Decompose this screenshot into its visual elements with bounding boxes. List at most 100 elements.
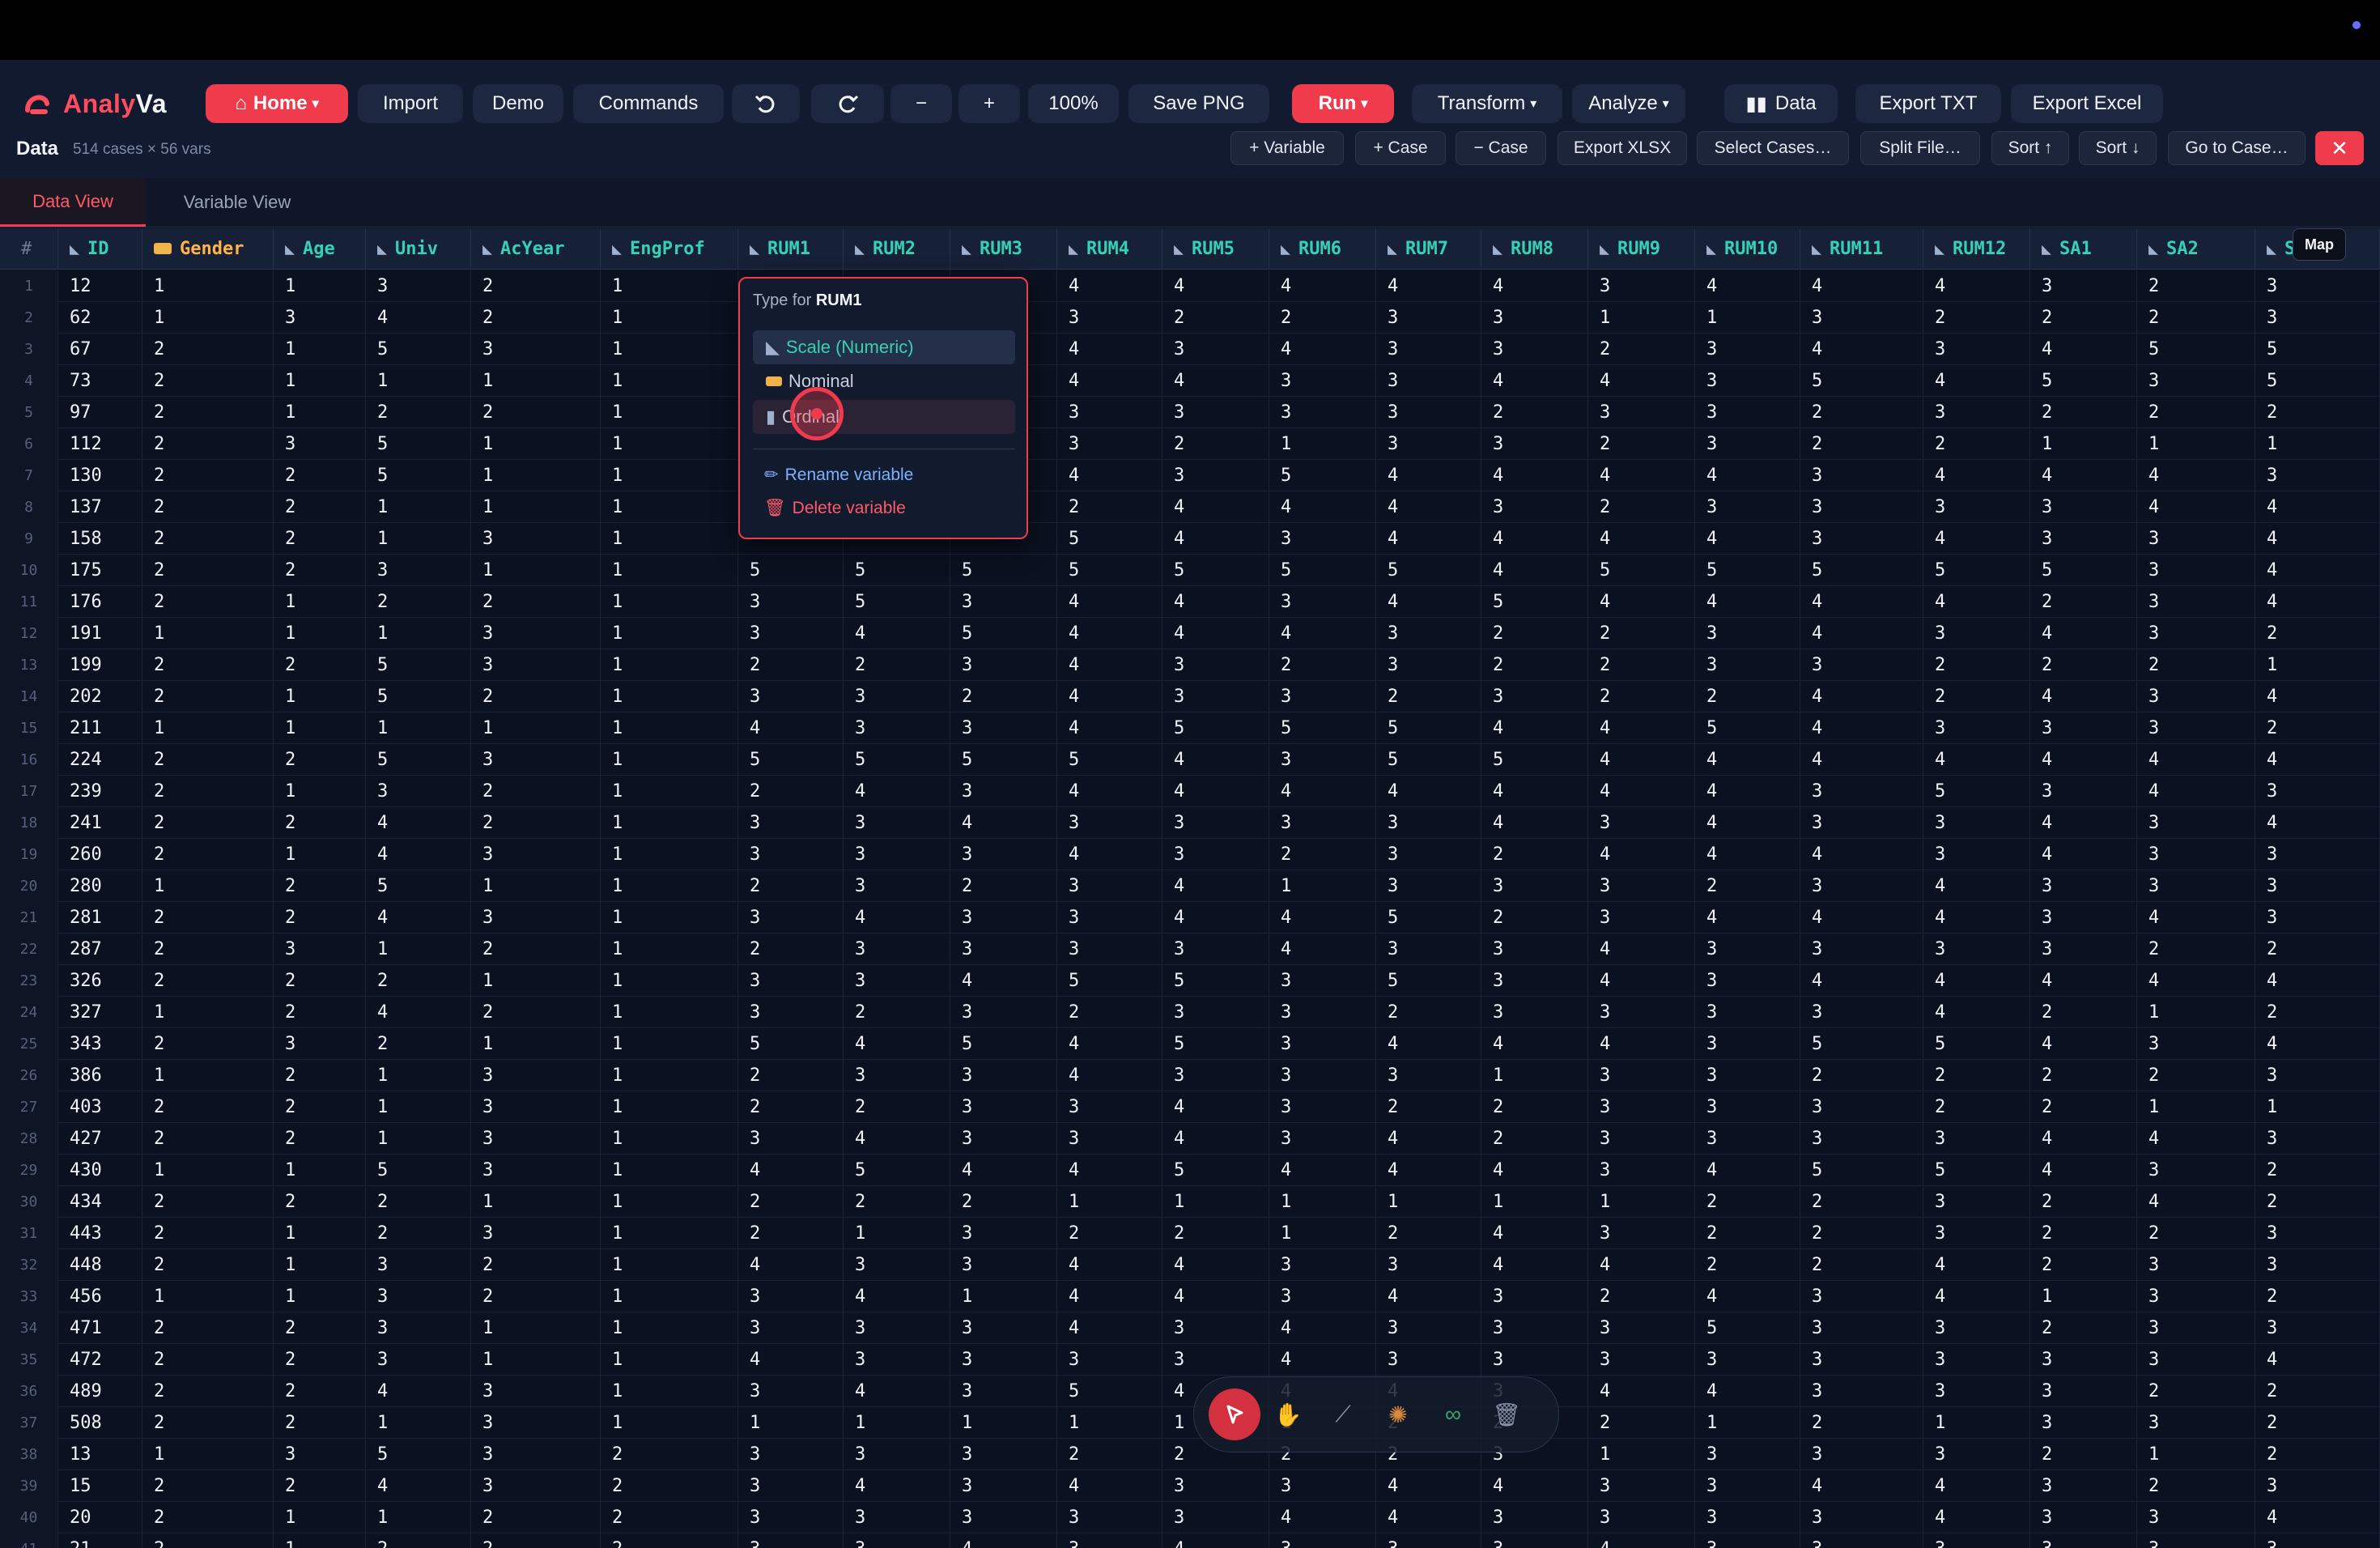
data-cell[interactable]: 3 bbox=[1923, 1533, 2030, 1548]
data-cell[interactable]: 3 bbox=[1269, 744, 1376, 776]
data-cell[interactable]: 3 bbox=[1800, 776, 1923, 807]
data-cell[interactable]: 3 bbox=[2137, 870, 2255, 902]
add-case-button[interactable]: + Case bbox=[1355, 131, 1446, 165]
data-cell[interactable]: 4 bbox=[1923, 1470, 2030, 1502]
data-cell[interactable]: 4 bbox=[1923, 523, 2030, 555]
data-cell[interactable]: 2 bbox=[274, 807, 366, 839]
data-cell[interactable]: 4 bbox=[1162, 1091, 1269, 1123]
data-cell[interactable]: 3 bbox=[471, 902, 601, 933]
data-cell[interactable]: 3 bbox=[2030, 491, 2137, 523]
data-cell[interactable]: 4 bbox=[2137, 965, 2255, 997]
data-cell[interactable]: 2 bbox=[2030, 302, 2137, 334]
data-cell[interactable]: 4 bbox=[2255, 491, 2380, 523]
import-button[interactable]: Import bbox=[358, 84, 463, 123]
data-cell[interactable]: 427 bbox=[58, 1123, 142, 1155]
data-cell[interactable]: 4 bbox=[1376, 1123, 1481, 1155]
hand-tool-button[interactable]: ✋ bbox=[1269, 1395, 1307, 1434]
data-cell[interactable]: 2 bbox=[2255, 1186, 2380, 1218]
data-button[interactable]: ▮▮ Data bbox=[1724, 84, 1838, 123]
data-cell[interactable]: 2 bbox=[1588, 334, 1695, 365]
data-cell[interactable]: 3 bbox=[950, 997, 1057, 1028]
data-cell[interactable]: 1 bbox=[366, 933, 471, 965]
data-cell[interactable]: 1 bbox=[366, 1060, 471, 1091]
export-xlsx-button[interactable]: Export XLSX bbox=[1558, 131, 1687, 165]
data-cell[interactable]: 3 bbox=[1800, 1123, 1923, 1155]
data-cell[interactable]: 3 bbox=[844, 807, 950, 839]
data-cell[interactable]: 2 bbox=[471, 997, 601, 1028]
data-cell[interactable]: 1 bbox=[471, 1344, 601, 1376]
data-cell[interactable]: 2 bbox=[1695, 1218, 1800, 1249]
data-cell[interactable]: 2 bbox=[2255, 1281, 2380, 1312]
data-cell[interactable]: 2 bbox=[2030, 586, 2137, 618]
data-cell[interactable]: 3 bbox=[844, 1249, 950, 1281]
data-cell[interactable]: 4 bbox=[1057, 586, 1162, 618]
data-cell[interactable]: 3 bbox=[738, 807, 844, 839]
data-cell[interactable]: 2 bbox=[366, 965, 471, 997]
data-cell[interactable]: 3 bbox=[1800, 1502, 1923, 1533]
data-cell[interactable]: 2 bbox=[142, 1091, 274, 1123]
data-cell[interactable]: 4 bbox=[1162, 523, 1269, 555]
data-cell[interactable]: 4 bbox=[1695, 270, 1800, 302]
data-cell[interactable]: 158 bbox=[58, 523, 142, 555]
data-cell[interactable]: 2 bbox=[2255, 1407, 2380, 1439]
data-cell[interactable]: 4 bbox=[2030, 807, 2137, 839]
data-cell[interactable]: 1 bbox=[601, 334, 738, 365]
data-cell[interactable]: 1 bbox=[366, 1407, 471, 1439]
data-cell[interactable]: 1 bbox=[274, 1155, 366, 1186]
data-cell[interactable]: 1 bbox=[601, 302, 738, 334]
data-cell[interactable]: 4 bbox=[1057, 1312, 1162, 1344]
data-cell[interactable]: 2 bbox=[274, 1060, 366, 1091]
data-cell[interactable]: 3 bbox=[1481, 870, 1588, 902]
data-cell[interactable]: 1 bbox=[601, 555, 738, 586]
data-cell[interactable]: 5 bbox=[1269, 712, 1376, 744]
data-cell[interactable]: 1 bbox=[366, 618, 471, 649]
data-cell[interactable]: 3 bbox=[1588, 902, 1695, 933]
data-cell[interactable]: 4 bbox=[1588, 523, 1695, 555]
data-cell[interactable]: 2 bbox=[601, 1502, 738, 1533]
data-cell[interactable]: 1 bbox=[366, 1091, 471, 1123]
data-cell[interactable]: 2 bbox=[471, 1249, 601, 1281]
data-cell[interactable]: 3 bbox=[1800, 649, 1923, 681]
data-cell[interactable]: 2 bbox=[142, 428, 274, 460]
data-cell[interactable]: 2 bbox=[1800, 1249, 1923, 1281]
data-cell[interactable]: 2 bbox=[1923, 1091, 2030, 1123]
data-cell[interactable]: 4 bbox=[1923, 1502, 2030, 1533]
data-cell[interactable]: 1 bbox=[601, 1376, 738, 1407]
data-cell[interactable]: 3 bbox=[1162, 933, 1269, 965]
data-cell[interactable]: 5 bbox=[1376, 744, 1481, 776]
data-cell[interactable]: 4 bbox=[2030, 460, 2137, 491]
data-cell[interactable]: 2 bbox=[950, 870, 1057, 902]
data-cell[interactable]: 1 bbox=[366, 491, 471, 523]
data-cell[interactable]: 5 bbox=[2137, 334, 2255, 365]
data-cell[interactable]: 3 bbox=[2255, 302, 2380, 334]
data-cell[interactable]: 3 bbox=[950, 1218, 1057, 1249]
data-cell[interactable]: 1 bbox=[601, 1123, 738, 1155]
data-cell[interactable]: 2 bbox=[2030, 1060, 2137, 1091]
data-cell[interactable]: 5 bbox=[1800, 1155, 1923, 1186]
data-cell[interactable]: 3 bbox=[1269, 965, 1376, 997]
data-cell[interactable]: 2 bbox=[274, 1376, 366, 1407]
data-cell[interactable]: 3 bbox=[1588, 1218, 1695, 1249]
data-cell[interactable]: 2 bbox=[471, 807, 601, 839]
data-cell[interactable]: 5 bbox=[2030, 365, 2137, 397]
data-cell[interactable]: 5 bbox=[844, 555, 950, 586]
data-cell[interactable]: 4 bbox=[1923, 1281, 2030, 1312]
data-cell[interactable]: 5 bbox=[1162, 555, 1269, 586]
data-cell[interactable]: 2 bbox=[142, 586, 274, 618]
data-cell[interactable]: 4 bbox=[1269, 618, 1376, 649]
data-cell[interactable]: 4 bbox=[1923, 1249, 2030, 1281]
data-cell[interactable]: 3 bbox=[274, 1439, 366, 1470]
data-cell[interactable]: 4 bbox=[366, 1376, 471, 1407]
data-cell[interactable]: 1 bbox=[142, 997, 274, 1028]
data-cell[interactable]: 4 bbox=[1800, 618, 1923, 649]
data-cell[interactable]: 2 bbox=[1057, 997, 1162, 1028]
data-cell[interactable]: 2 bbox=[274, 1407, 366, 1439]
data-cell[interactable]: 3 bbox=[844, 1344, 950, 1376]
data-cell[interactable]: 1 bbox=[950, 1281, 1057, 1312]
data-cell[interactable]: 3 bbox=[1800, 1091, 1923, 1123]
zoom-out-button[interactable]: − bbox=[890, 84, 952, 123]
data-cell[interactable]: 137 bbox=[58, 491, 142, 523]
data-cell[interactable]: 2 bbox=[2255, 933, 2380, 965]
data-cell[interactable]: 508 bbox=[58, 1407, 142, 1439]
data-cell[interactable]: 1 bbox=[1695, 302, 1800, 334]
